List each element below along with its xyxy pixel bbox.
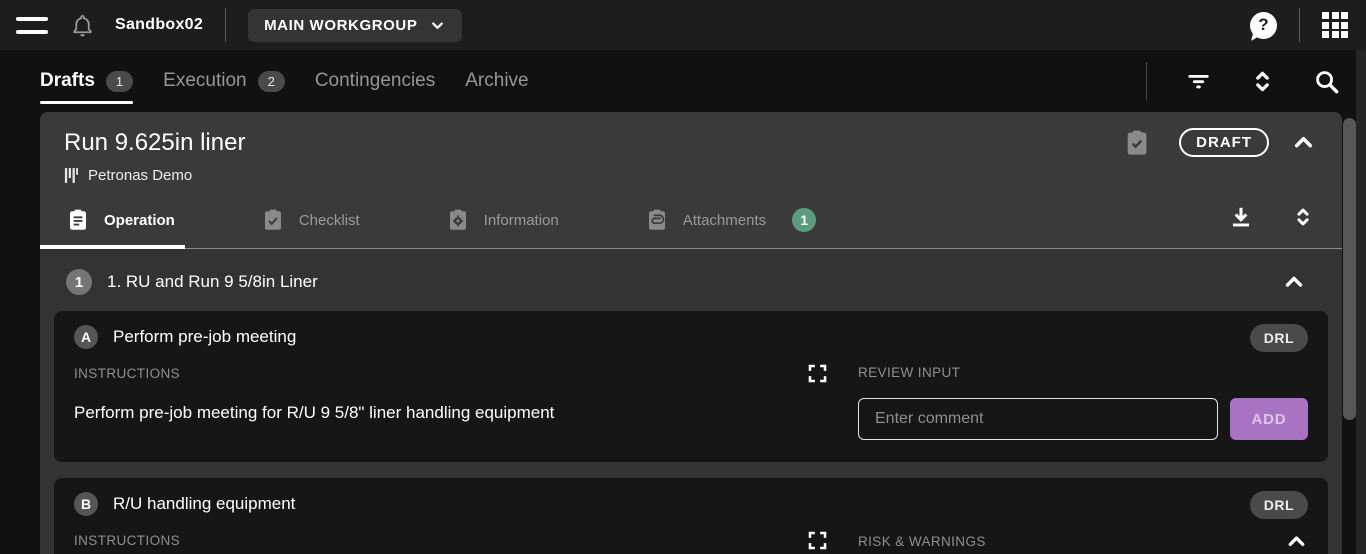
tab-label: Contingencies	[315, 70, 435, 92]
search-icon[interactable]	[1313, 68, 1340, 95]
tab-label: Attachments	[683, 212, 766, 229]
status-badge: DRAFT	[1179, 128, 1269, 157]
workflow-card: Run 9.625in liner DRAFT Petronas Demo Op…	[40, 112, 1342, 554]
tabbar-divider	[1146, 62, 1147, 100]
operation-section: 1 1. RU and Run 9 5/8in Liner DRL A Perf…	[40, 249, 1342, 554]
tab-execution[interactable]: Execution 2	[163, 50, 285, 112]
clipboard-lines-icon	[66, 208, 90, 232]
download-icon[interactable]	[1228, 204, 1254, 230]
topbar-divider	[225, 8, 226, 42]
tab-operation[interactable]: Operation	[64, 198, 177, 248]
section-number-badge: 1	[66, 269, 92, 295]
add-comment-button[interactable]: ADD	[1230, 398, 1308, 440]
scrollbar-thumb[interactable]	[1343, 118, 1356, 420]
collapse-card-chevron-up-icon[interactable]	[1291, 130, 1316, 155]
fullscreen-icon[interactable]	[807, 363, 828, 384]
tab-drafts[interactable]: Drafts 1	[40, 50, 133, 112]
tab-archive[interactable]: Archive	[465, 50, 528, 112]
menu-icon[interactable]	[16, 17, 48, 34]
clipboard-check-icon[interactable]	[1123, 129, 1151, 157]
tab-label: Execution	[163, 70, 246, 92]
task-letter-badge: B	[74, 492, 98, 516]
task-title: R/U handling equipment	[113, 494, 295, 514]
unfold-icon[interactable]	[1292, 205, 1314, 229]
well-icon	[64, 167, 79, 184]
attachments-count-badge: 1	[792, 208, 816, 232]
unfold-icon[interactable]	[1250, 68, 1275, 95]
topbar-divider	[1299, 8, 1300, 42]
tab-checklist[interactable]: Checklist	[259, 198, 362, 248]
task-card-a: DRL A Perform pre-job meeting INSTRUCTIO…	[54, 311, 1328, 462]
tab-label: Archive	[465, 70, 528, 92]
fullscreen-icon[interactable]	[807, 530, 828, 551]
scrollbar-track[interactable]	[1356, 50, 1366, 554]
risk-warnings-label: RISK & WARNINGS	[858, 534, 986, 549]
workflow-subtitle: Petronas Demo	[88, 167, 192, 184]
section-title: 1. RU and Run 9 5/8in Liner	[107, 272, 318, 292]
filter-icon[interactable]	[1185, 68, 1212, 95]
comment-input[interactable]	[858, 398, 1218, 440]
tab-label: Checklist	[299, 212, 360, 229]
tab-information[interactable]: Information	[444, 198, 561, 248]
chevron-down-icon	[429, 17, 446, 34]
task-title: Perform pre-job meeting	[113, 327, 296, 347]
main-tab-bar: Drafts 1 Execution 2 Contingencies Archi…	[0, 50, 1366, 112]
instructions-label: INSTRUCTIONS	[74, 366, 180, 381]
clipboard-paperclip-icon	[645, 208, 669, 232]
notifications-bell-icon[interactable]	[70, 13, 95, 38]
tab-label: Operation	[104, 212, 175, 229]
tab-count-badge: 1	[106, 71, 133, 92]
collapse-risk-chevron-up-icon[interactable]	[1285, 530, 1308, 553]
section-header: 1 1. RU and Run 9 5/8in Liner	[54, 249, 1328, 311]
task-letter-badge: A	[74, 325, 98, 349]
collapse-section-chevron-up-icon[interactable]	[1282, 270, 1306, 294]
clipboard-gear-icon	[446, 208, 470, 232]
workgroup-label: MAIN WORKGROUP	[264, 17, 417, 34]
tab-contingencies[interactable]: Contingencies	[315, 50, 435, 112]
discipline-badge: DRL	[1250, 491, 1308, 519]
instructions-text: Perform pre-job meeting for R/U 9 5/8" l…	[74, 402, 828, 424]
review-input-label: REVIEW INPUT	[858, 365, 1308, 380]
task-card-b: DRL B R/U handling equipment INSTRUCTION…	[54, 478, 1328, 554]
discipline-badge: DRL	[1250, 324, 1308, 352]
tab-count-badge: 2	[258, 71, 285, 92]
top-app-bar: Sandbox02 MAIN WORKGROUP ?	[0, 0, 1366, 50]
workgroup-selector[interactable]: MAIN WORKGROUP	[248, 9, 462, 42]
tab-attachments[interactable]: Attachments 1	[643, 198, 818, 248]
tab-label: Information	[484, 212, 559, 229]
apps-grid-icon[interactable]	[1322, 12, 1348, 38]
card-tab-bar: Operation Checklist Information Attachme…	[40, 198, 1342, 249]
tab-label: Drafts	[40, 70, 95, 92]
workflow-card-header: Run 9.625in liner DRAFT Petronas Demo Op…	[40, 112, 1342, 249]
app-title: Sandbox02	[115, 16, 203, 34]
instructions-label: INSTRUCTIONS	[74, 533, 180, 548]
workflow-title: Run 9.625in liner	[64, 129, 245, 157]
help-icon[interactable]: ?	[1250, 12, 1277, 39]
clipboard-check-icon	[261, 208, 285, 232]
